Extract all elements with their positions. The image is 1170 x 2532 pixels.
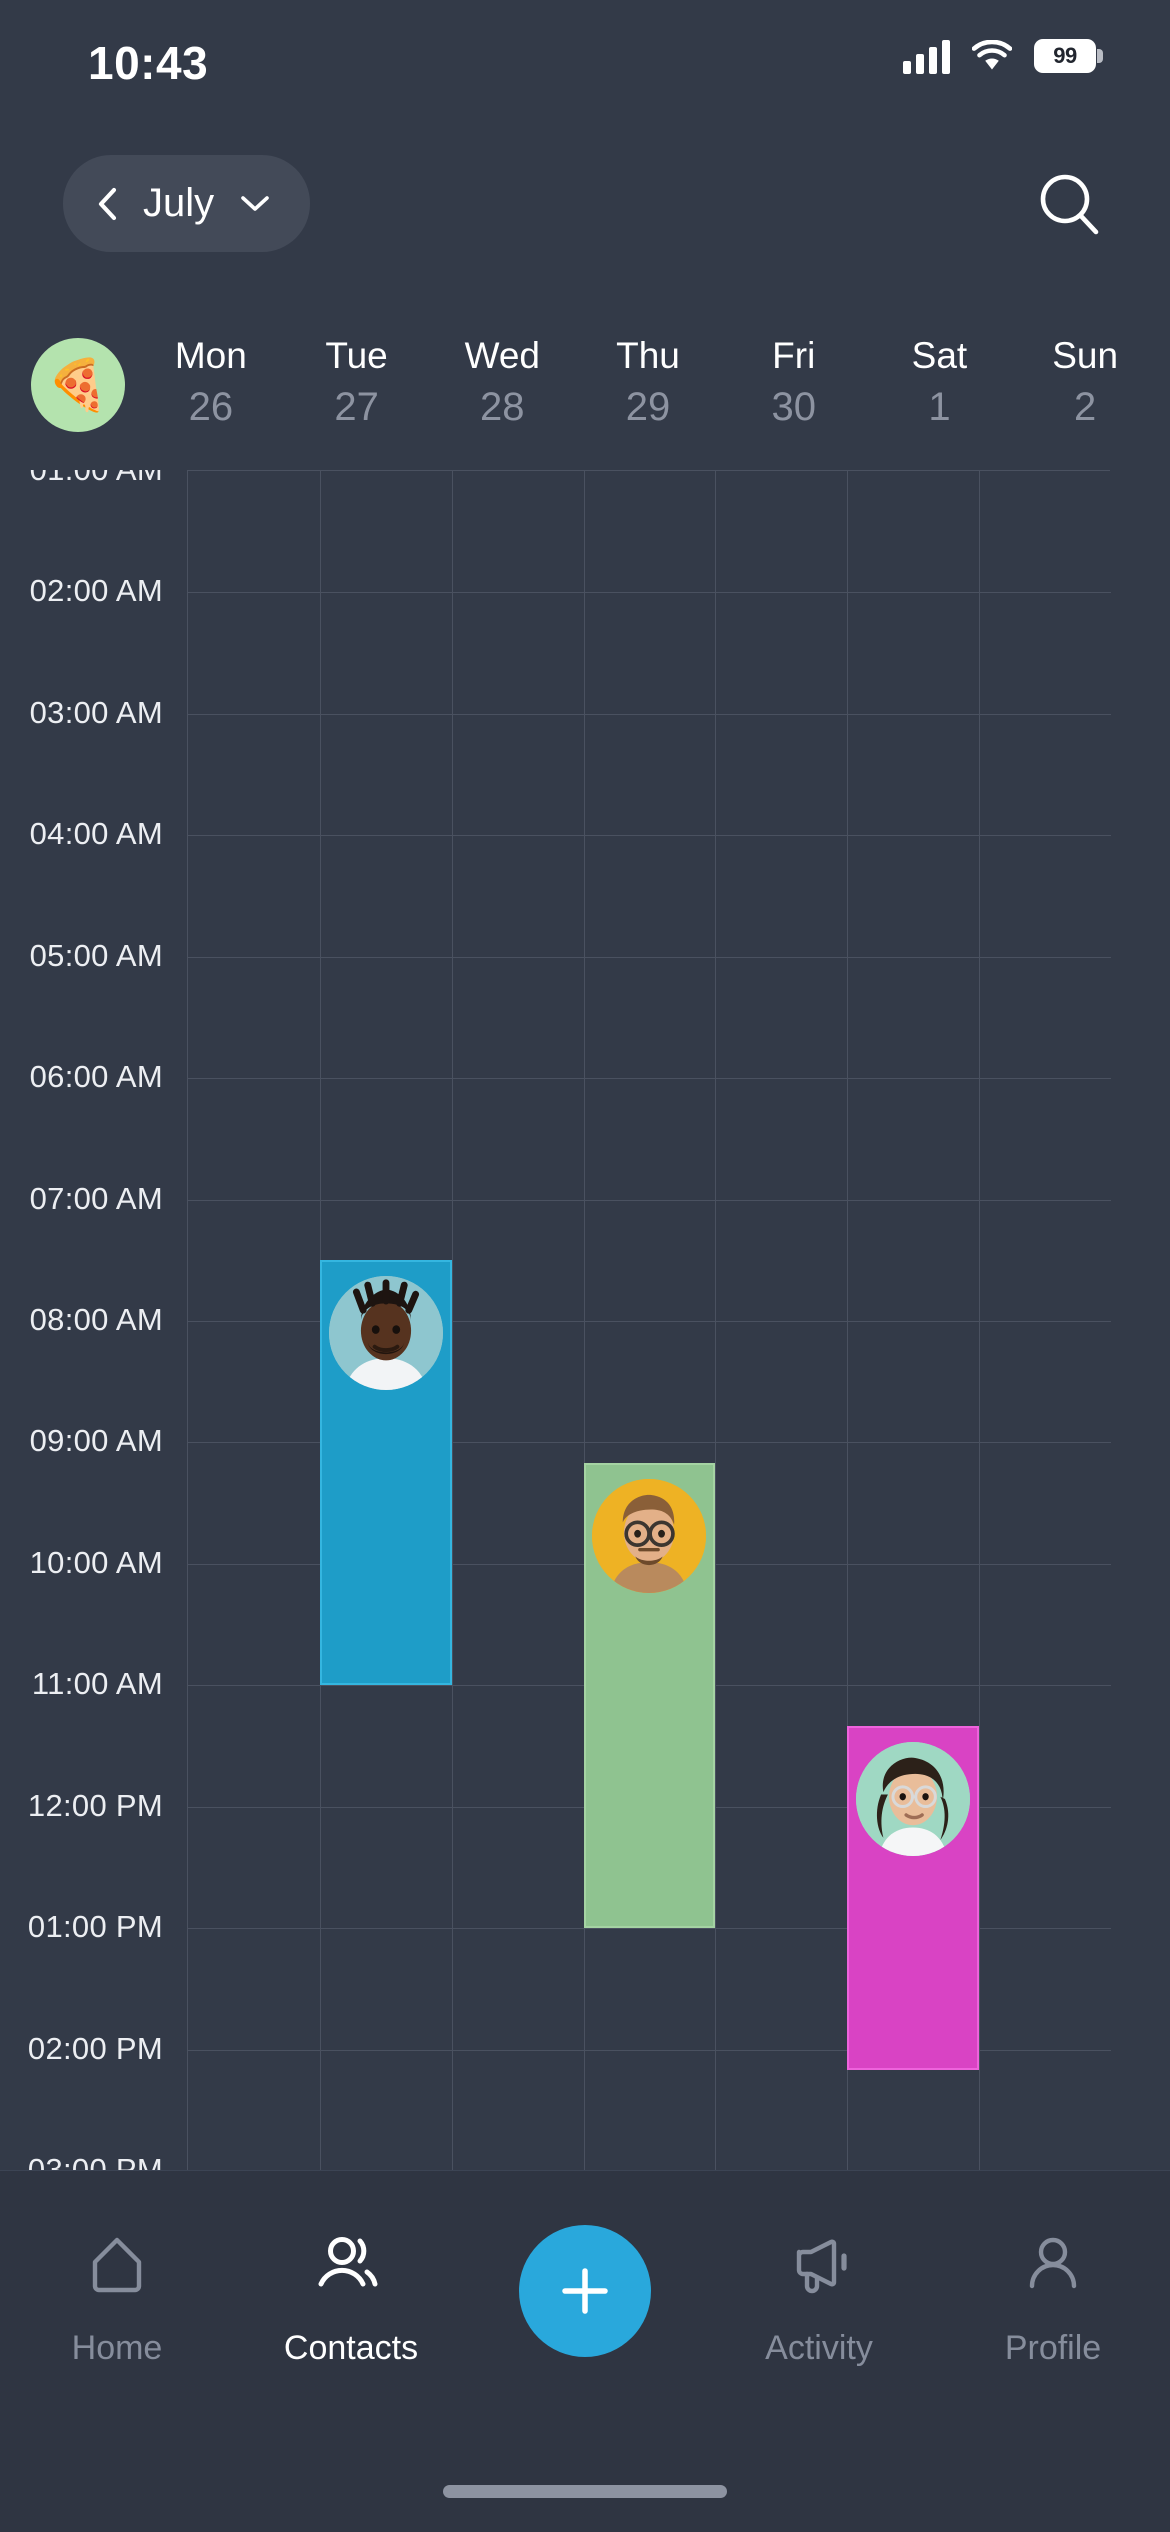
time-axis-label: 03:00 PM: [27, 2152, 163, 2170]
time-axis-label: 11:00 AM: [31, 1666, 163, 1702]
event-attendee-avatar: [328, 1276, 443, 1391]
time-axis-label: 03:00 AM: [29, 694, 163, 730]
time-axis-label: 02:00 PM: [27, 2030, 163, 2066]
battery-icon: 99: [1034, 39, 1103, 73]
chevron-left-icon[interactable]: [97, 187, 117, 221]
nav-label-contacts: Contacts: [283, 2329, 419, 2367]
day-columns: Mon 26 Tue 27 Wed 28 Thu 29 Fri 30 Sat 1 Sun 2: [138, 335, 1158, 450]
time-axis-label: 07:00 AM: [29, 1180, 163, 1216]
event-thu-green[interactable]: [583, 1462, 716, 1929]
nav-label-home: Home: [71, 2329, 163, 2367]
grid-hour-line: [188, 1199, 1111, 1201]
users-icon: [313, 2227, 389, 2303]
time-axis: 01:00 AM 02:00 AM 03:00 AM 04:00 AM 05:00 AM…: [0, 470, 187, 2170]
time-axis-label: 04:00 AM: [29, 816, 163, 852]
chevron-down-icon[interactable]: [240, 195, 270, 213]
nav-item-home[interactable]: Home: [0, 2227, 234, 2368]
day-column-header[interactable]: Mon 26: [138, 335, 284, 450]
fab-container: [468, 2225, 702, 2357]
grid-hour-line: [188, 592, 1111, 594]
day-of-week-label: Sat: [911, 335, 968, 376]
day-column-header[interactable]: Fri 30: [721, 335, 867, 450]
status-bar-time: 10:43: [88, 37, 209, 89]
nav-label-profile: Profile: [1004, 2329, 1102, 2367]
add-button[interactable]: [519, 2225, 651, 2357]
day-number-label: 30: [771, 385, 816, 429]
time-axis-label: 10:00 AM: [29, 1544, 163, 1580]
day-number-label: 29: [625, 385, 671, 429]
grid-hour-line: [188, 956, 1111, 958]
time-axis-label: 01:00 AM: [30, 470, 163, 488]
day-number-label: 26: [188, 385, 234, 429]
time-axis-label: 06:00 AM: [29, 1059, 163, 1095]
day-column-header[interactable]: Tue 27: [284, 335, 430, 450]
time-axis-label: 05:00 AM: [29, 937, 163, 973]
time-axis-label: 09:00 AM: [29, 1423, 163, 1459]
month-selector[interactable]: July: [63, 155, 311, 252]
calendar-app-screen: 10:43 99 July 🍕 Mon 26 Tue 27 Wed 28 Thu…: [0, 0, 1170, 2532]
signal-bars-icon: [903, 38, 950, 74]
event-tue-blue[interactable]: [319, 1260, 452, 1686]
event-sat-pink[interactable]: [847, 1725, 980, 2070]
day-number-label: 2: [1074, 385, 1097, 429]
day-number-label: 27: [334, 385, 379, 429]
owner-avatar-emoji: 🍕: [46, 357, 110, 413]
day-number-label: 28: [480, 385, 525, 429]
battery-percent-label: 99: [1053, 43, 1077, 68]
day-column-header[interactable]: Sun 2: [1012, 335, 1158, 450]
plus-icon: [562, 2268, 608, 2314]
time-axis-label: 01:00 PM: [27, 1909, 163, 1945]
grid-hour-line: [188, 1078, 1111, 1080]
wifi-icon: [972, 40, 1012, 70]
nav-item-profile[interactable]: Profile: [936, 2227, 1170, 2368]
month-label: July: [143, 181, 215, 225]
calendar-grid[interactable]: [187, 470, 1111, 2170]
day-column-header[interactable]: Thu 29: [575, 335, 721, 450]
status-bar: 10:43 99: [0, 0, 1170, 118]
nav-item-activity[interactable]: Activity: [702, 2227, 936, 2368]
day-number-label: 1: [928, 385, 951, 429]
day-of-week-label: Mon: [174, 335, 247, 376]
status-bar-indicators: 99: [903, 38, 1103, 74]
week-day-header: 🍕 Mon 26 Tue 27 Wed 28 Thu 29 Fri 30 Sat 1 Sun 2: [0, 335, 1170, 450]
bottom-navigation-bar: Home Contacts Activity Profile: [0, 2170, 1170, 2532]
owner-avatar[interactable]: 🍕: [31, 338, 125, 432]
megaphone-icon: [781, 2227, 857, 2303]
day-column-header[interactable]: Wed 28: [429, 335, 575, 450]
bottom-nav-items: Home Contacts Activity Profile: [0, 2225, 1170, 2427]
day-of-week-label: Sun: [1052, 335, 1119, 376]
event-attendee-avatar: [592, 1478, 707, 1593]
home-indicator: [443, 2485, 727, 2498]
time-axis-label: 12:00 PM: [27, 1787, 163, 1823]
day-of-week-label: Tue: [325, 335, 388, 376]
day-of-week-label: Thu: [616, 335, 680, 376]
app-header: July: [0, 155, 1170, 265]
nav-item-contacts[interactable]: Contacts: [234, 2227, 468, 2368]
nav-label-activity: Activity: [765, 2329, 873, 2367]
event-attendee-avatar: [856, 1741, 971, 1856]
search-icon[interactable]: [1034, 169, 1104, 239]
calendar-grid-area[interactable]: 01:00 AM 02:00 AM 03:00 AM 04:00 AM 05:00 AM…: [0, 470, 1170, 2170]
day-column-header[interactable]: Sat 1: [867, 335, 1013, 450]
time-axis-label: 02:00 AM: [29, 573, 163, 609]
grid-hour-line: [188, 713, 1111, 715]
day-of-week-label: Wed: [464, 335, 540, 376]
home-icon: [79, 2227, 155, 2303]
time-axis-label: 08:00 AM: [29, 1302, 163, 1337]
grid-hour-line: [188, 835, 1111, 837]
day-of-week-label: Fri: [772, 335, 816, 376]
person-icon: [1015, 2227, 1091, 2303]
